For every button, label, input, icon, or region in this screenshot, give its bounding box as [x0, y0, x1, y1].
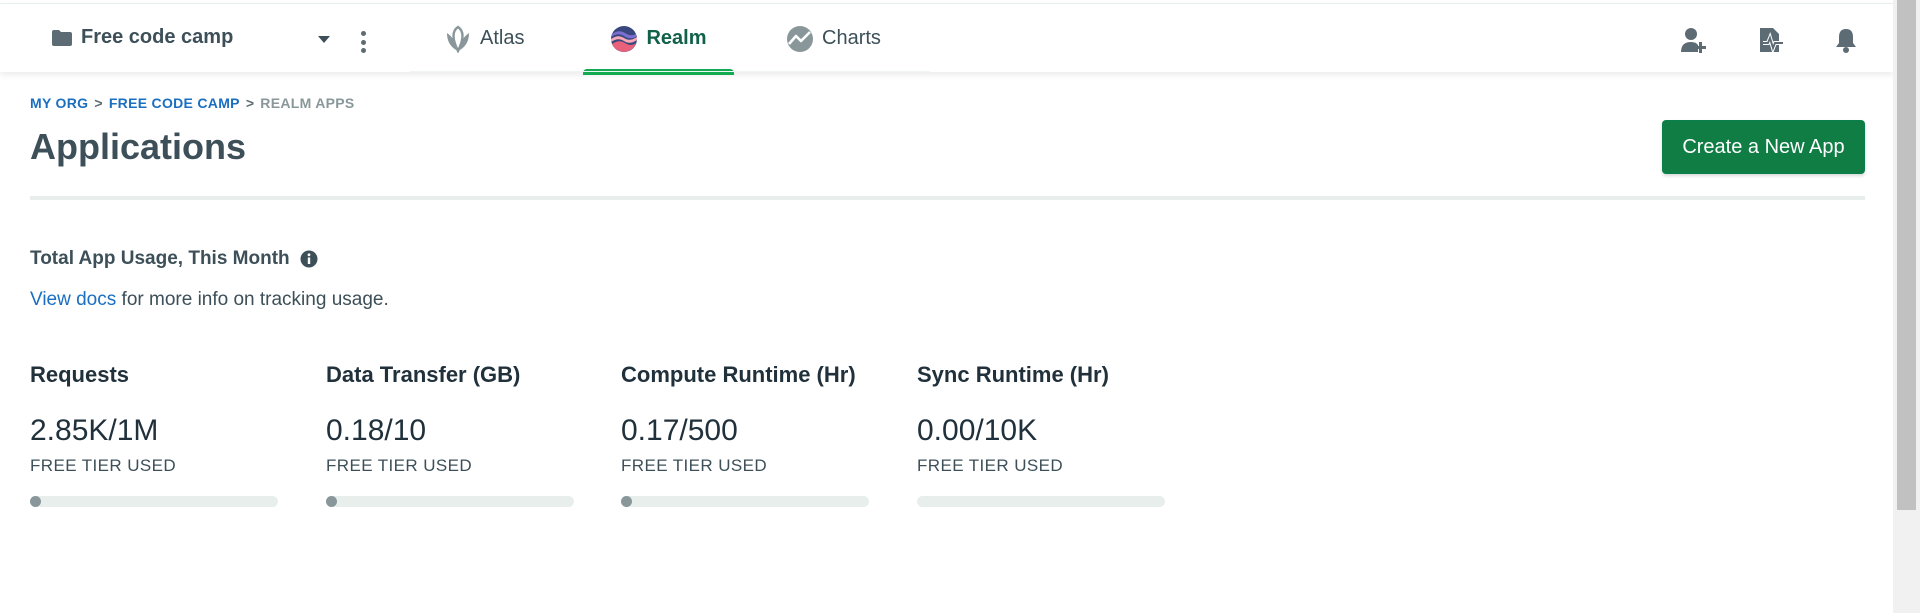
page-title: Applications: [30, 126, 247, 167]
metric-label: Sync Runtime (Hr): [917, 362, 1109, 387]
breadcrumb-separator: >: [245, 95, 255, 111]
metric-label: Data Transfer (GB): [326, 362, 521, 387]
tab-charts[interactable]: Charts: [786, 4, 881, 73]
metric-sync-runtime: Sync Runtime (Hr) 0.00/10K FREE TIER USE…: [917, 362, 1167, 507]
charts-icon: [787, 25, 813, 52]
chevron-down-icon[interactable]: [318, 36, 330, 43]
metric-data-transfer: Data Transfer (GB) 0.18/10 FREE TIER USE…: [326, 362, 576, 507]
breadcrumb-project[interactable]: FREE CODE CAMP: [109, 95, 240, 111]
usage-progress-fill: [30, 496, 41, 507]
docs-hint: View docs for more info on tracking usag…: [30, 289, 389, 311]
usage-title-text: Total App Usage, This Month: [30, 248, 290, 269]
metric-value: 0.17/500: [621, 414, 738, 447]
metric-caption: FREE TIER USED: [621, 456, 768, 475]
usage-section-title: Total App Usage, This Month: [30, 248, 318, 270]
tab-label: Atlas: [480, 27, 525, 49]
activity-feed-icon[interactable]: [1756, 26, 1784, 54]
tab-realm[interactable]: Realm: [583, 4, 734, 75]
page-scrollbar[interactable]: [1893, 0, 1920, 613]
metric-compute-runtime: Compute Runtime (Hr) 0.17/500 FREE TIER …: [621, 362, 871, 507]
breadcrumb: MY ORG > FREE CODE CAMP > REALM APPS: [30, 95, 355, 111]
usage-progress-bar: [30, 496, 278, 507]
usage-progress-bar: [917, 496, 1165, 507]
metric-label: Requests: [30, 362, 130, 387]
atlas-icon: [447, 25, 469, 53]
metric-value: 0.00/10K: [917, 414, 1038, 447]
create-new-app-button[interactable]: Create a New App: [1662, 120, 1865, 174]
breadcrumb-org[interactable]: MY ORG: [30, 95, 88, 111]
metric-caption: FREE TIER USED: [326, 456, 473, 475]
more-options-icon[interactable]: [361, 31, 367, 53]
top-navigation-bar: Free code camp Atlas Realm Charts: [0, 3, 1893, 75]
scrollbar-thumb[interactable]: [1897, 0, 1916, 510]
tab-label: Charts: [822, 27, 881, 49]
metric-requests: Requests 2.85K/1M FREE TIER USED: [30, 362, 280, 507]
folder-icon: [52, 29, 72, 46]
usage-progress-fill: [326, 496, 337, 507]
info-icon[interactable]: [300, 250, 318, 268]
docs-hint-text: for more info on tracking usage.: [116, 289, 389, 310]
bell-icon[interactable]: [1832, 26, 1860, 54]
usage-progress-bar: [621, 496, 869, 507]
active-tab-indicator: [583, 69, 734, 75]
usage-progress-bar: [326, 496, 574, 507]
view-docs-link[interactable]: View docs: [30, 289, 116, 310]
tab-label: Realm: [646, 27, 707, 49]
metric-caption: FREE TIER USED: [30, 456, 177, 475]
realm-icon: [611, 25, 638, 52]
header-divider: [30, 196, 1865, 200]
breadcrumb-separator: >: [94, 95, 103, 111]
project-name: Free code camp: [81, 26, 234, 48]
breadcrumb-current: REALM APPS: [260, 95, 355, 111]
invite-user-icon[interactable]: [1680, 26, 1708, 54]
metric-value: 0.18/10: [326, 414, 427, 447]
nav-divider: [410, 71, 930, 72]
usage-progress-fill: [621, 496, 632, 507]
project-selector[interactable]: Free code camp: [52, 26, 233, 49]
tab-atlas[interactable]: Atlas: [444, 4, 524, 73]
metric-label: Compute Runtime (Hr): [621, 362, 856, 387]
metric-caption: FREE TIER USED: [917, 456, 1064, 475]
metric-value: 2.85K/1M: [30, 414, 159, 447]
